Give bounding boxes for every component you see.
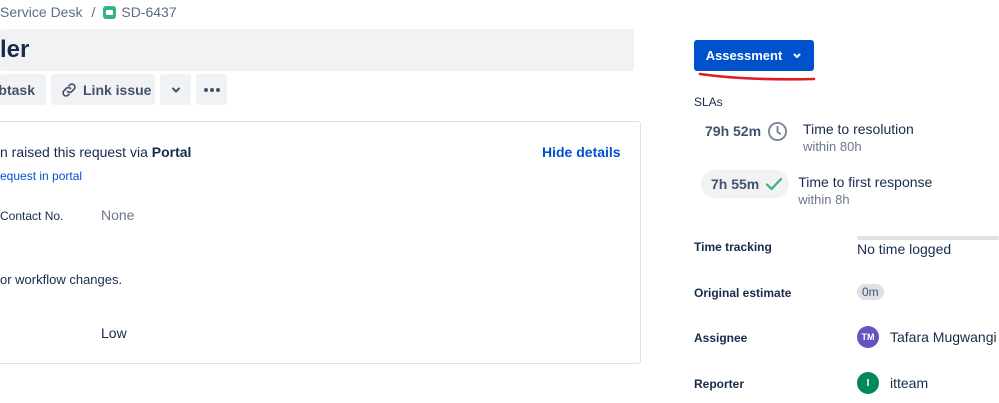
time-tracking-bar[interactable] bbox=[857, 236, 999, 240]
link-icon bbox=[62, 82, 76, 97]
slas-heading: SLAs bbox=[694, 95, 723, 109]
breadcrumb: Service Desk / SD-6437 bbox=[0, 2, 177, 22]
assignee-field[interactable]: TM Tafara Mugwangi bbox=[857, 326, 997, 348]
assignee-name: Tafara Mugwangi bbox=[890, 329, 997, 345]
chevron-down-icon bbox=[793, 53, 801, 58]
breadcrumb-separator: / bbox=[91, 4, 96, 20]
status-transition-button[interactable]: Assessment bbox=[694, 40, 814, 71]
avatar: TM bbox=[857, 326, 879, 348]
service-request-icon bbox=[103, 5, 117, 19]
view-request-in-portal-link[interactable]: equest in portal bbox=[0, 169, 82, 183]
reporter-label: Reporter bbox=[694, 377, 745, 391]
raised-prefix: n raised this request via bbox=[0, 144, 152, 160]
time-tracking-label: Time tracking bbox=[694, 240, 772, 254]
raised-via-text: n raised this request via Portal bbox=[0, 144, 191, 160]
issue-toolbar: btask Link issue bbox=[0, 74, 227, 105]
sla-name: Time to resolution bbox=[803, 121, 914, 137]
description-text: or workflow changes. bbox=[0, 272, 123, 287]
priority-value[interactable]: Low bbox=[101, 325, 127, 341]
link-issue-button[interactable]: Link issue bbox=[51, 74, 155, 105]
assignee-label: Assignee bbox=[694, 331, 748, 345]
more-icon bbox=[203, 87, 220, 92]
contact-no-value: None bbox=[101, 207, 135, 223]
hide-details-button[interactable]: Hide details bbox=[542, 144, 621, 160]
original-estimate-label: Original estimate bbox=[694, 286, 792, 300]
breadcrumb-issue-key[interactable]: SD-6437 bbox=[121, 4, 176, 20]
create-subtask-label: btask bbox=[0, 81, 35, 98]
sla-item: 7h 55m Time to first response within 8h bbox=[701, 170, 932, 209]
link-issue-dropdown-button[interactable] bbox=[160, 74, 191, 105]
breadcrumb-project[interactable]: Service Desk bbox=[0, 4, 82, 20]
link-issue-label: Link issue bbox=[83, 81, 152, 98]
chevron-down-icon bbox=[171, 87, 180, 92]
create-subtask-button[interactable]: btask bbox=[0, 74, 46, 105]
original-estimate-value: 0m bbox=[857, 284, 884, 300]
sla-remaining-time: 7h 55m bbox=[711, 176, 760, 192]
sla-name: Time to first response bbox=[798, 174, 933, 190]
avatar: I bbox=[857, 372, 879, 394]
sla-remaining-time: 79h 52m bbox=[705, 123, 762, 139]
clock-icon bbox=[768, 121, 788, 141]
sla-details: Time to resolution within 80h bbox=[803, 117, 914, 156]
sla-time-badge: 7h 55m bbox=[701, 170, 790, 198]
reporter-name: itteam bbox=[890, 375, 929, 391]
issue-summary: ler bbox=[0, 36, 30, 63]
annotation-underline bbox=[698, 72, 816, 81]
sla-time-badge: 79h 52m bbox=[701, 117, 794, 145]
issue-summary-field[interactable]: ler bbox=[0, 29, 634, 71]
check-icon bbox=[766, 177, 783, 191]
contact-no-label: Contact No. bbox=[0, 209, 64, 223]
raised-channel: Portal bbox=[151, 144, 192, 160]
sla-details: Time to first response within 8h bbox=[798, 170, 932, 209]
time-tracking-value[interactable]: No time logged bbox=[857, 241, 951, 257]
reporter-field[interactable]: I itteam bbox=[857, 372, 928, 394]
status-label: Assessment bbox=[705, 48, 783, 63]
sla-target: within 8h bbox=[798, 192, 850, 207]
sla-target: within 80h bbox=[803, 139, 862, 154]
original-estimate-field[interactable]: 0m bbox=[857, 284, 884, 300]
more-actions-button[interactable] bbox=[196, 74, 227, 105]
sla-item: 79h 52m Time to resolution within 80h bbox=[701, 117, 914, 156]
